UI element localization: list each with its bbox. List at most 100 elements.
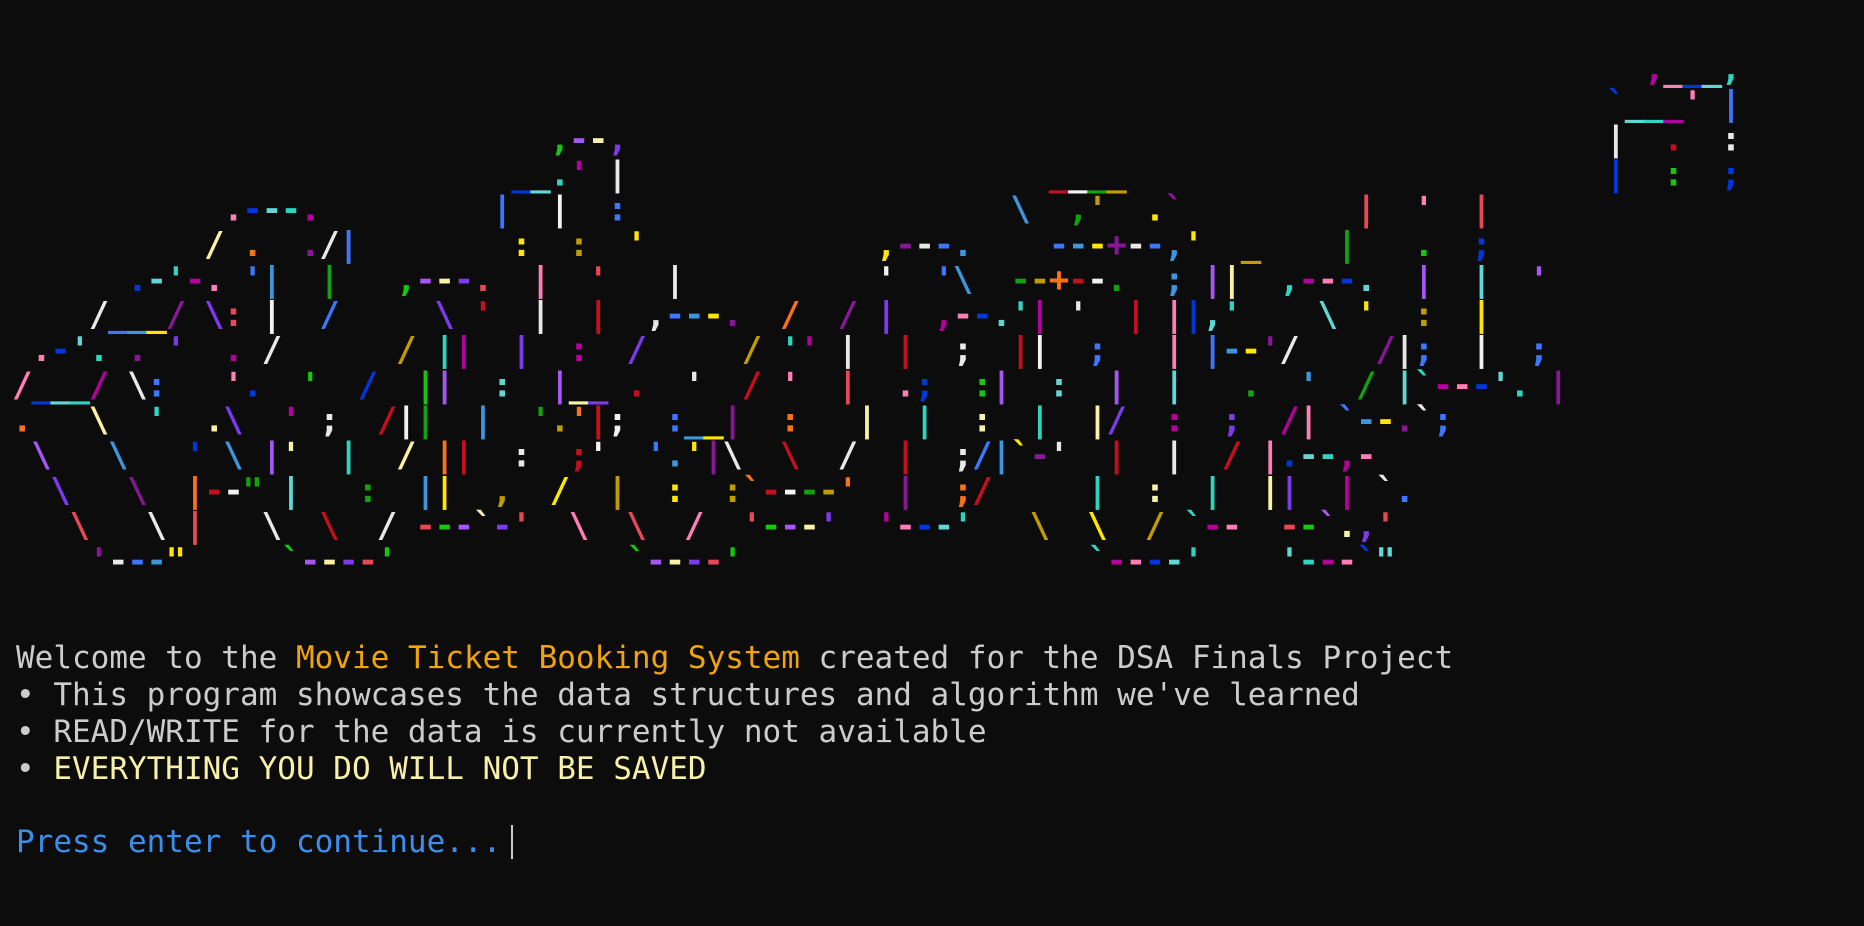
banner-glyph: / — [972, 471, 992, 511]
banner-glyph: ; — [1529, 330, 1549, 370]
banner-glyph: - — [780, 506, 800, 546]
banner-glyph: / — [377, 506, 397, 546]
banner-glyph: / — [1279, 330, 1299, 370]
banner-glyph: | — [1260, 436, 1280, 476]
banner-glyph: ' — [1222, 295, 1242, 335]
banner-glyph: _ — [1644, 84, 1665, 124]
banner-glyph: ` — [742, 471, 762, 511]
banner-glyph: - — [914, 506, 934, 546]
banner-glyph: ' — [146, 401, 166, 441]
banner-glyph: ' — [166, 330, 186, 370]
banner-glyph: : — [492, 365, 512, 405]
banner-glyph: . — [473, 260, 493, 300]
banner-glyph: , — [492, 471, 512, 511]
banner-glyph: | — [1202, 471, 1222, 511]
banner-glyph: . — [31, 330, 51, 370]
banner-glyph: . — [223, 330, 243, 370]
banner-glyph: . — [1414, 225, 1434, 265]
banner-glyph: | — [1356, 190, 1376, 230]
banner-glyph: - — [934, 225, 954, 265]
banner-glyph: , — [1202, 295, 1222, 335]
banner-glyph: | — [1164, 365, 1184, 405]
banner-glyph: / — [1222, 436, 1242, 476]
banner-glyph: ' — [1010, 295, 1030, 335]
banner-glyph: ' — [1356, 295, 1376, 335]
banner-glyph: ' — [70, 330, 90, 370]
banner-glyph: ' — [1414, 190, 1434, 230]
banner-glyph: / — [1145, 506, 1165, 546]
banner-glyph: \ — [223, 436, 243, 476]
banner-glyph: ` — [1414, 365, 1434, 405]
banner-glyph: \ — [722, 436, 742, 476]
banner-glyph: - — [1049, 225, 1069, 265]
banner-glyph: - — [761, 471, 781, 511]
warning-text: EVERYTHING YOU DO WILL NOT BE SAVED — [53, 751, 707, 787]
banner-glyph: : — [665, 401, 685, 441]
banner-glyph: | — [1471, 260, 1491, 300]
banner-glyph: - — [684, 295, 704, 335]
banner-glyph: : — [569, 330, 589, 370]
banner-glyph: | — [991, 365, 1011, 405]
banner-glyph: ; — [953, 471, 973, 511]
banner-glyph: / — [626, 330, 646, 370]
banner-glyph: _ — [1663, 84, 1684, 124]
banner-glyph: - — [242, 190, 262, 230]
banner-glyph: | — [1222, 260, 1242, 300]
banner-glyph: \ — [780, 436, 800, 476]
banner-glyph: - — [415, 260, 435, 300]
banner-glyph: | — [588, 401, 608, 441]
banner-glyph: | — [703, 436, 723, 476]
banner-glyph: : — [722, 471, 742, 511]
banner-glyph: ' — [588, 260, 608, 300]
banner-glyph: " — [166, 541, 186, 581]
banner-glyph: . — [550, 401, 570, 441]
banner-glyph: - — [1010, 260, 1030, 300]
banner-glyph: - — [1068, 260, 1088, 300]
banner-glyph: ' — [242, 260, 262, 300]
banner-glyph: : — [1049, 365, 1069, 405]
banner-glyph: : — [665, 471, 685, 511]
banner-glyph: | — [454, 436, 474, 476]
banner-glyph: - — [1318, 260, 1338, 300]
banner-glyph: \ — [204, 295, 224, 335]
banner-glyph: | — [1030, 295, 1050, 335]
banner-glyph: | — [434, 365, 454, 405]
banner-glyph: | — [895, 330, 915, 370]
continue-prompt[interactable]: Press enter to continue... — [16, 824, 514, 861]
banner-glyph: _ — [1663, 49, 1684, 89]
banner-glyph: | — [415, 471, 435, 511]
banner-glyph: - — [1106, 541, 1126, 581]
banner-glyph: | — [434, 436, 454, 476]
banner-glyph: | — [722, 401, 742, 441]
banner-glyph: , — [1356, 506, 1376, 546]
banner-glyph: : — [569, 225, 589, 265]
banner-glyph: | — [511, 330, 531, 370]
banner-glyph: . — [665, 436, 685, 476]
banner-glyph: . — [127, 330, 147, 370]
banner-glyph: ' — [876, 260, 896, 300]
banner-glyph: : — [223, 295, 243, 335]
banner-glyph: ` — [1318, 506, 1338, 546]
welcome-prefix: Welcome to the — [16, 640, 296, 676]
banner-glyph: | — [895, 436, 915, 476]
banner-glyph: , — [1721, 49, 1741, 89]
banner-glyph: - — [1375, 401, 1395, 441]
banner-glyph: ' — [1375, 506, 1395, 546]
banner-glyph: - — [1222, 506, 1242, 546]
banner-glyph: / — [396, 436, 416, 476]
banner-glyph: | — [396, 401, 416, 441]
info-bullet-2: • READ/WRITE for the data is currently n… — [16, 714, 987, 750]
banner-glyph: . — [242, 225, 262, 265]
banner-glyph: , — [1337, 436, 1357, 476]
banner-glyph: | — [262, 295, 282, 335]
banner-glyph: \ — [262, 506, 282, 546]
banner-glyph: - — [972, 295, 992, 335]
banner-glyph: | — [1164, 330, 1184, 370]
banner-glyph: _ — [1241, 225, 1262, 265]
banner-glyph: | — [1087, 401, 1107, 441]
banner-glyph: | — [1126, 295, 1146, 335]
banner-glyph: ' — [89, 541, 109, 581]
banner-glyph: - — [780, 471, 800, 511]
banner-glyph: ' — [281, 436, 301, 476]
banner-glyph: \ — [569, 506, 589, 546]
